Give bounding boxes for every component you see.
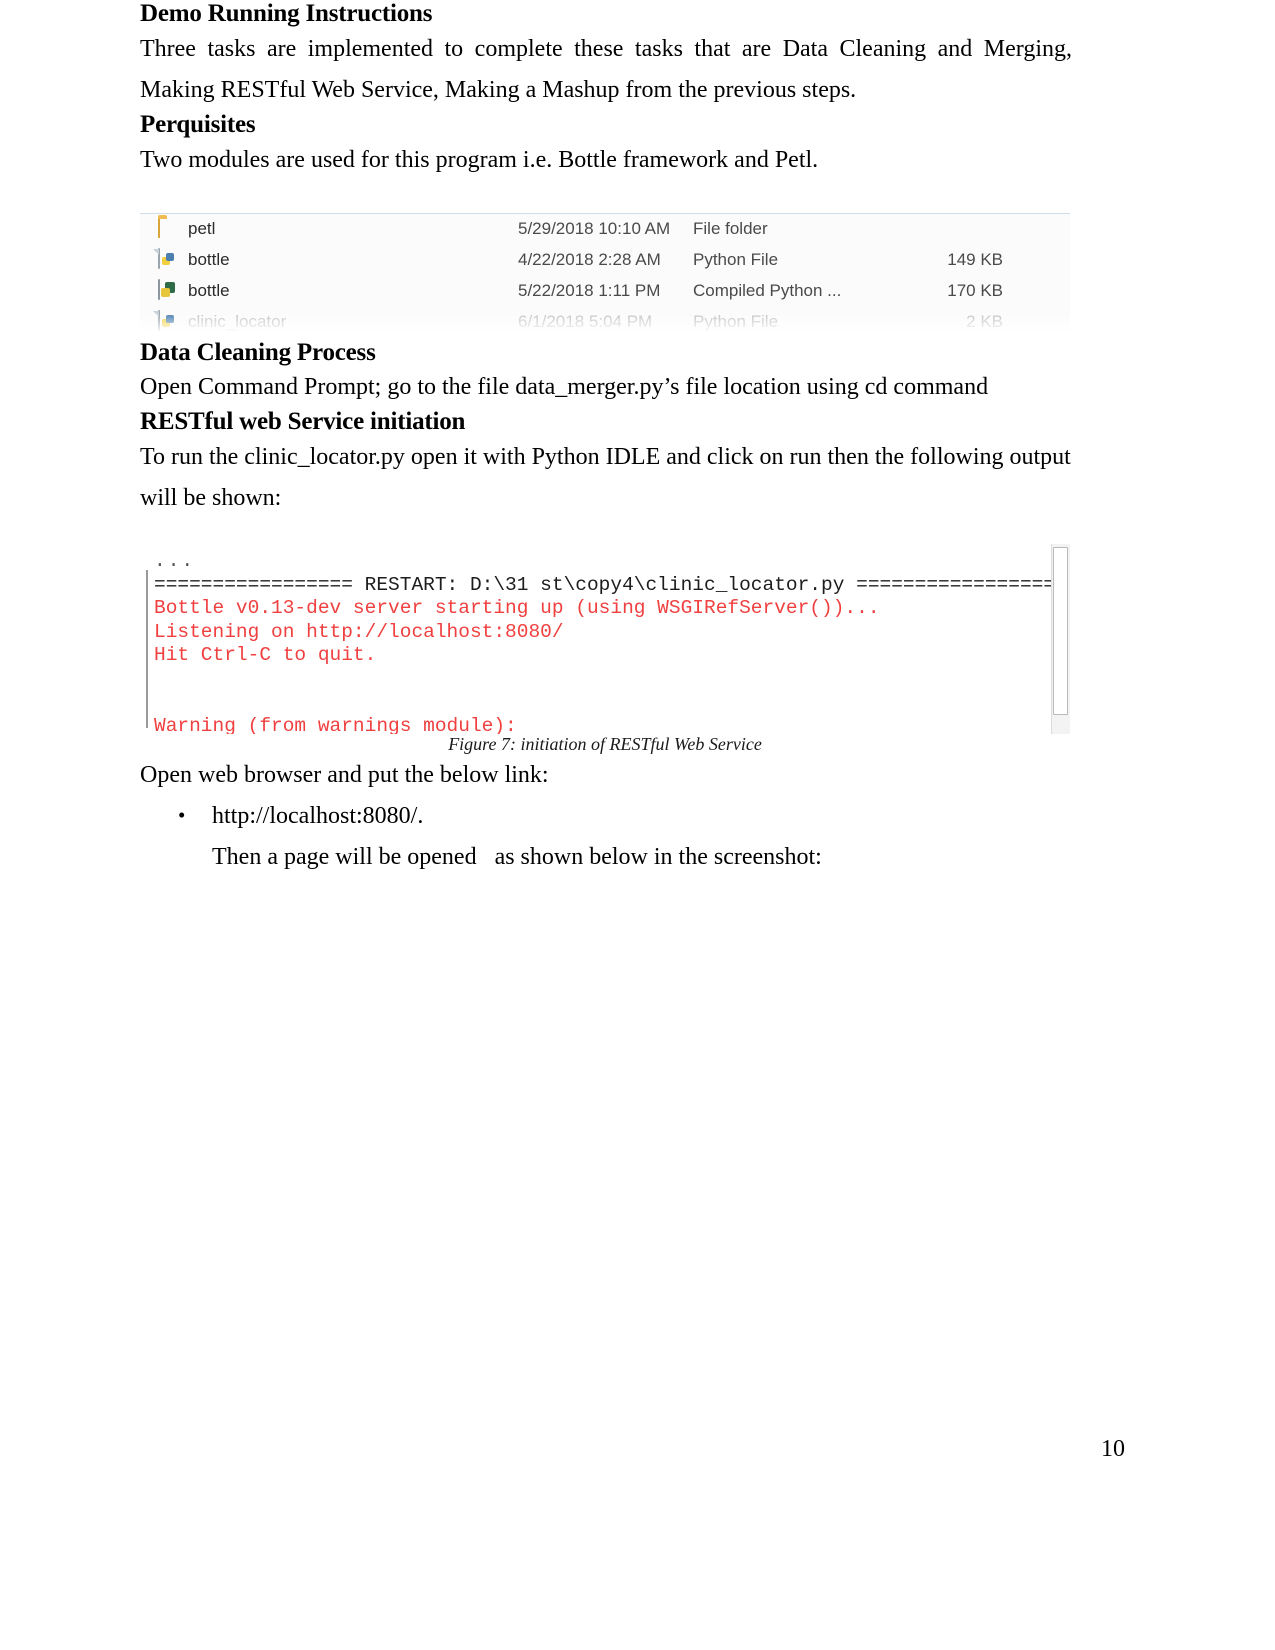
paragraph-perquisites-body: Two modules are used for this program i.… (140, 146, 819, 173)
console-scrollbar[interactable] (1051, 544, 1070, 734)
console-line-listening: Listening on http://localhost:8080/ (154, 620, 564, 643)
file-name: bottle (188, 250, 230, 269)
bullet-list: http://localhost:8080/. (140, 795, 1072, 837)
file-date: 5/29/2018 10:10 AM (518, 219, 671, 238)
console-line-server-start: Bottle v0.13-dev server starting up (usi… (154, 597, 880, 619)
paragraph-demo-body: Three tasks are implemented to complete … (140, 35, 1072, 103)
console-gutter-line (146, 570, 148, 728)
table-row: clinic_locator 6/1/2018 5:04 PM Python F… (140, 307, 1070, 338)
file-listing-screenshot: petl 5/29/2018 10:10 AM File folder bott… (140, 212, 1070, 339)
heading-perquisites: Perquisites (140, 110, 256, 138)
page-number: 10 (1101, 1436, 1125, 1462)
file-name: bottle (188, 281, 230, 300)
file-type: Python File (693, 250, 779, 269)
console-line-warning: Warning (from warnings module): (154, 714, 517, 735)
console-line: ... (154, 550, 196, 572)
list-item: http://localhost:8080/. (178, 795, 1072, 837)
file-size: 149 KB (947, 250, 1003, 269)
table-row: bottle 5/22/2018 1:11 PM Compiled Python… (140, 276, 1070, 307)
table-row: petl 5/29/2018 10:10 AM File folder (140, 214, 1070, 245)
heading-restful-web-service-initiation: RESTful web Service initiation (140, 408, 466, 436)
paragraph-data-cleaning-body: Open Command Prompt; go to the file data… (140, 374, 989, 401)
console-scrollbar-thumb[interactable] (1053, 547, 1068, 715)
python-file-icon (158, 310, 179, 333)
console-line-quit-hint: Hit Ctrl-C to quit. (154, 644, 377, 666)
table-row: bottle 4/22/2018 2:28 AM Python File 149… (140, 245, 1070, 276)
file-date: 5/22/2018 1:11 PM (518, 281, 661, 300)
console-line-restart: ================= RESTART: D:\31 st\copy… (154, 573, 1056, 596)
figure-caption: Figure 7: initiation of RESTful Web Serv… (448, 734, 762, 754)
file-type: Python File (693, 312, 779, 331)
file-date: 6/1/2018 5:04 PM (518, 312, 653, 331)
document-page: Demo Running Instructions Three tasks ar… (0, 0, 1275, 1650)
file-name: petl (188, 219, 216, 238)
page-content: Demo Running Instructions Three tasks ar… (140, 0, 1072, 878)
python-file-icon (158, 248, 179, 271)
compiled-python-file-icon (158, 279, 179, 302)
paragraph-open-browser: Open web browser and put the below link: (140, 762, 549, 788)
folder-icon (158, 217, 179, 240)
file-type: File folder (693, 219, 768, 238)
paragraph-restful-body: To run the clinic_locator.py open it wit… (140, 444, 1071, 511)
sub-line-screenshot-note: Then a page will be opened as shown belo… (212, 844, 822, 870)
file-size: 2 KB (966, 312, 1003, 331)
heading-demo-running-instructions: Demo Running Instructions (140, 0, 433, 27)
file-type: Compiled Python ... (693, 281, 842, 300)
file-name: clinic_locator (188, 312, 287, 331)
file-size: 170 KB (947, 281, 1003, 300)
heading-data-cleaning-process: Data Cleaning Process (140, 338, 376, 366)
file-date: 4/22/2018 2:28 AM (518, 250, 661, 269)
idle-console-screenshot: ... ================= RESTART: D:\31 st\… (140, 544, 1070, 734)
